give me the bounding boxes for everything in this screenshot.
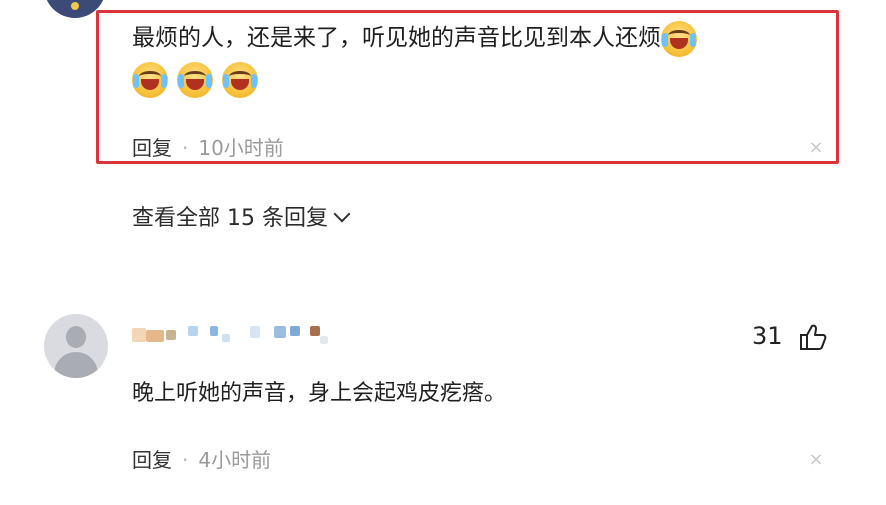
comment-section: 最烦的人，还是来了，听见她的声音比见到本人还烦 回复 · 10小时前 × 查看全部 … (0, 0, 886, 505)
avatar[interactable] (44, 314, 108, 378)
comment-1-meta: 回复 · 10小时前 (132, 132, 284, 161)
username-blurred[interactable] (132, 322, 352, 346)
laugh-cry-emoji-icon (177, 62, 214, 98)
view-all-replies-label: 查看全部 15 条回复 (132, 206, 328, 231)
close-icon[interactable]: × (808, 139, 824, 157)
avatar-badge-icon (71, 2, 79, 10)
timestamp: 10小时前 (198, 136, 284, 160)
comment-1-text: 最烦的人，还是来了，听见她的声音比见到本人还烦 (132, 18, 701, 58)
emoji-row (132, 62, 262, 98)
separator: · (182, 136, 189, 160)
view-all-replies-button[interactable]: 查看全部 15 条回复 (132, 200, 351, 232)
thumbs-up-icon[interactable] (798, 322, 828, 352)
close-icon[interactable]: × (808, 451, 824, 469)
reply-button[interactable]: 回复 (132, 136, 172, 160)
separator: · (182, 448, 189, 472)
laugh-cry-emoji-icon (222, 62, 259, 98)
reply-button[interactable]: 回复 (132, 448, 172, 472)
laugh-cry-emoji-icon (661, 20, 697, 57)
like-count: 31 (752, 322, 783, 350)
comment-2-meta: 回复 · 4小时前 (132, 444, 271, 473)
comment-2-text: 晚上听她的声音，身上会起鸡皮疙瘩。 (132, 381, 507, 406)
chevron-down-icon (333, 205, 351, 223)
laugh-cry-emoji-icon (132, 62, 168, 98)
avatar-body (54, 352, 98, 378)
avatar-head (66, 326, 86, 348)
timestamp: 4小时前 (198, 448, 272, 472)
comment-text: 最烦的人，还是来了，听见她的声音比见到本人还烦 (132, 25, 661, 51)
